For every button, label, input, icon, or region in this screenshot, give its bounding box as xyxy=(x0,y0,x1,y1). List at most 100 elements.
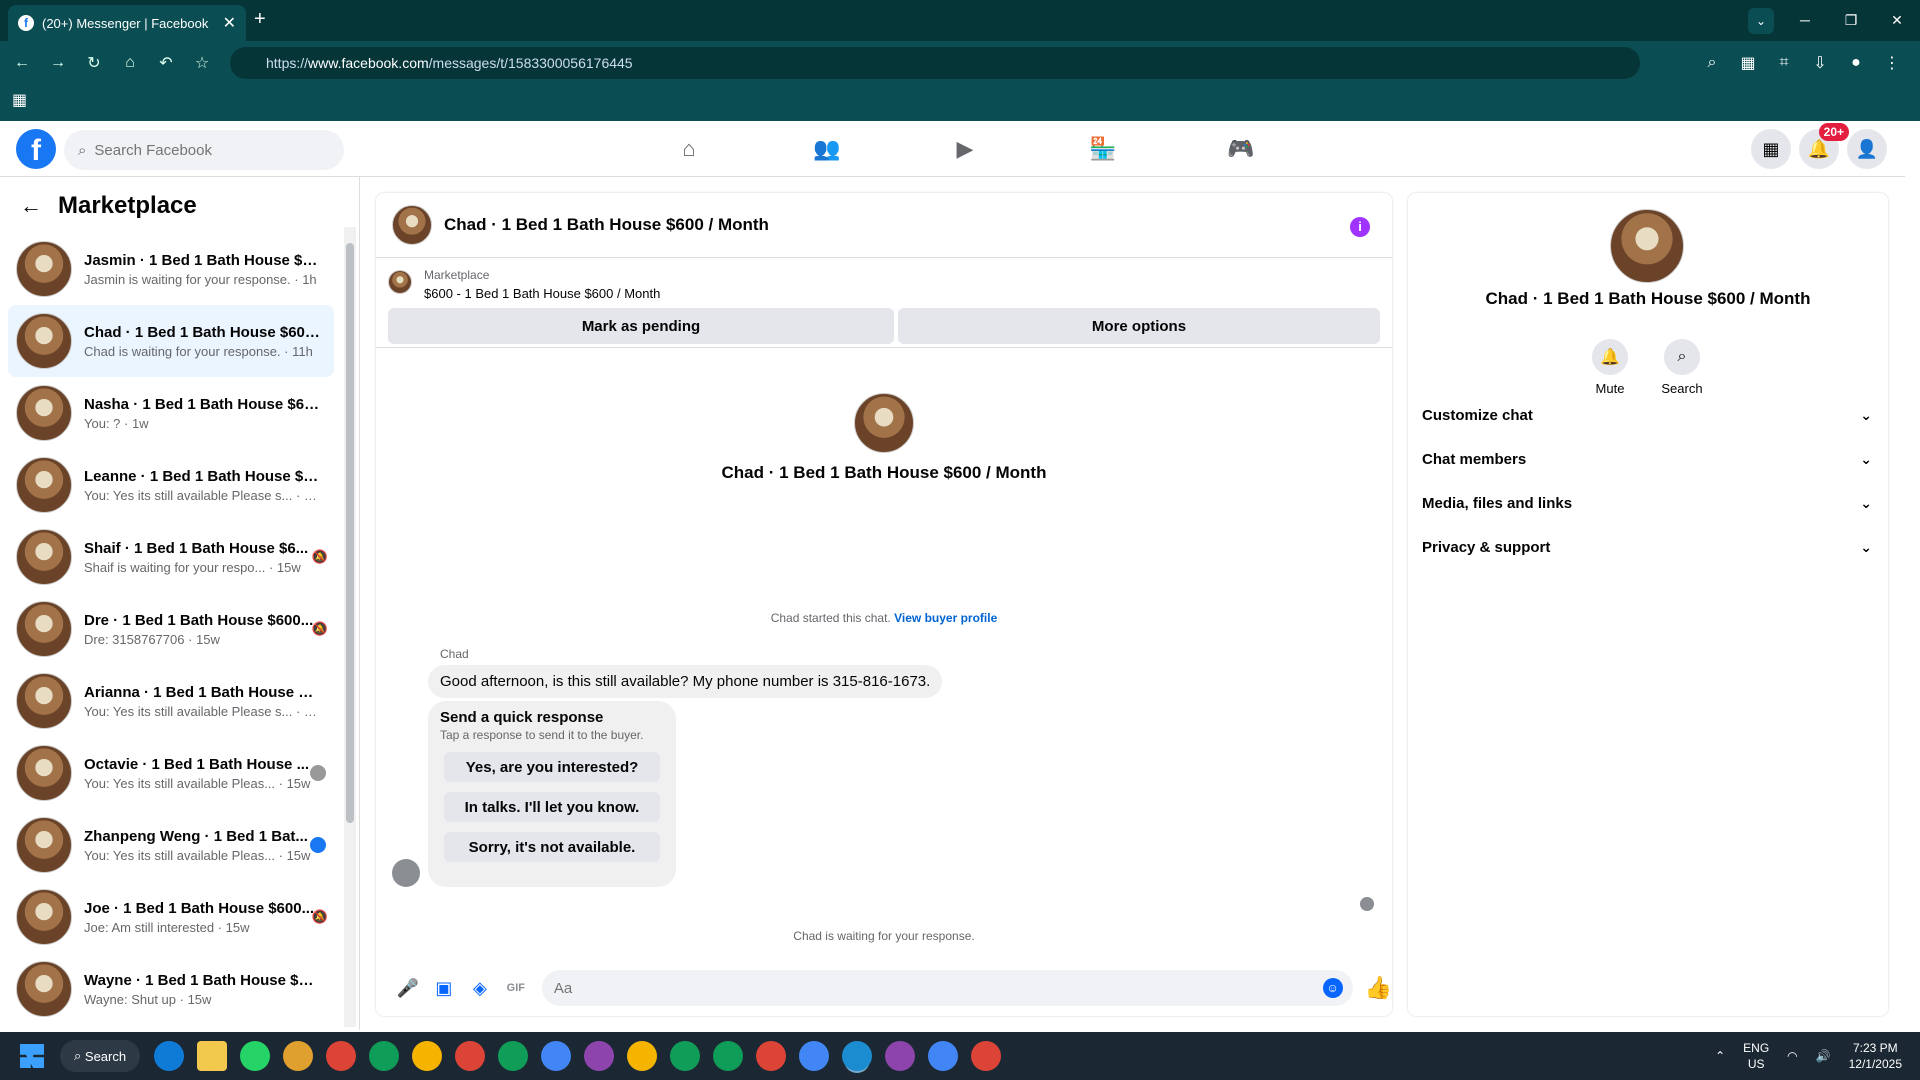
chrome-icon[interactable] xyxy=(584,1041,614,1071)
volume-icon[interactable]: 🔊 xyxy=(1816,1049,1831,1063)
friends-nav-icon[interactable]: 👥 xyxy=(758,121,896,177)
crop-icon[interactable]: ⌗ xyxy=(1766,54,1802,72)
microphone-icon[interactable]: 🎤 xyxy=(390,978,426,999)
customize-chat-section[interactable]: Customize chat ⌄ xyxy=(1422,393,1872,437)
whatsapp-icon[interactable] xyxy=(240,1041,270,1071)
language-indicator[interactable]: ENG US xyxy=(1743,1040,1769,1072)
emoji-icon[interactable]: ☺ xyxy=(1322,978,1343,998)
back-icon[interactable]: ← xyxy=(4,54,40,72)
notifications-bell-icon[interactable]: 🔔 20+ xyxy=(1799,123,1849,169)
info-icon[interactable]: i xyxy=(1350,217,1370,237)
clock[interactable]: 7:23 PM 12/1/2025 xyxy=(1849,1040,1902,1072)
address-bar[interactable]: https://www.facebook.com/messages/t/1583… xyxy=(230,47,1640,79)
search-conversation-button[interactable]: ⌕ Search xyxy=(1652,339,1712,396)
chrome-active-icon[interactable] xyxy=(842,1041,872,1071)
quick-reply-interested-button[interactable]: Yes, are you interested? xyxy=(444,752,660,782)
chrome-icon[interactable] xyxy=(713,1041,743,1071)
forward-icon[interactable]: → xyxy=(40,54,76,72)
reload-icon[interactable]: ↻ xyxy=(76,53,112,73)
chat-title[interactable]: Chad · 1 Bed 1 Bath House $600 / Month xyxy=(444,215,769,235)
zoom-icon[interactable]: ⌕ xyxy=(1694,54,1730,72)
close-tab-icon[interactable]: ✕ xyxy=(223,13,236,33)
account-avatar[interactable]: 👤 xyxy=(1847,129,1887,169)
conversation-item[interactable]: Wayne · 1 Bed 1 Bath House $60... Wayne: … xyxy=(8,953,334,1025)
sender-avatar[interactable] xyxy=(392,859,420,887)
conversation-item[interactable]: Jasmin · 1 Bed 1 Bath House $60... Jasmin… xyxy=(8,233,334,305)
minimize-icon[interactable]: ─ xyxy=(1782,12,1828,28)
conversation-item[interactable]: Leanne · 1 Bed 1 Bath House $60... You: Y… xyxy=(8,449,334,521)
search-box[interactable]: ⌕ xyxy=(64,130,344,170)
page-scrollbar[interactable] xyxy=(1905,121,1920,1030)
windows-start-icon[interactable] xyxy=(20,1044,44,1068)
photo-icon[interactable]: ▣ xyxy=(426,978,462,999)
chevron-up-icon[interactable]: ⌃ xyxy=(1715,1049,1725,1063)
wifi-icon[interactable]: ◠ xyxy=(1787,1049,1797,1063)
sticker-icon[interactable]: ◈ xyxy=(462,978,498,999)
conversation-item[interactable]: Nasha · 1 Bed 1 Bath House $60... You: ? … xyxy=(8,377,334,449)
quick-reply-not-available-button[interactable]: Sorry, it's not available. xyxy=(444,832,660,862)
message-input-box[interactable]: ☺ xyxy=(541,970,1353,1006)
tab-search-icon[interactable]: ⌄ xyxy=(1748,8,1774,34)
menu-kebab-icon[interactable]: ⋮ xyxy=(1874,53,1910,73)
chrome-icon[interactable] xyxy=(541,1041,571,1071)
privacy-support-section[interactable]: Privacy & support ⌄ xyxy=(1422,525,1872,569)
scrollbar-thumb[interactable] xyxy=(346,243,354,823)
chrome-icon[interactable] xyxy=(455,1041,485,1071)
gaming-nav-icon[interactable]: 🎮 xyxy=(1172,121,1310,177)
taskbar-search[interactable]: ⌕ Search xyxy=(60,1040,140,1072)
mark-pending-button[interactable]: Mark as pending xyxy=(388,308,894,344)
edge-icon[interactable] xyxy=(154,1041,184,1071)
conversation-item[interactable]: Octavie · 1 Bed 1 Bath House ... You: Yes… xyxy=(8,737,334,809)
mute-button[interactable]: 🔔 Mute xyxy=(1580,339,1640,396)
home-icon[interactable]: ⌂ xyxy=(112,54,148,72)
gif-icon[interactable]: GIF xyxy=(498,982,534,994)
message-input[interactable] xyxy=(553,979,1254,997)
chrome-icon[interactable] xyxy=(326,1041,356,1071)
chrome-icon[interactable] xyxy=(627,1041,657,1071)
home-nav-icon[interactable]: ⌂ xyxy=(620,121,758,177)
conversation-item[interactable]: Shaif · 1 Bed 1 Bath House $6... Shaif is… xyxy=(8,521,334,593)
download-icon[interactable]: ⇩ xyxy=(1802,53,1838,73)
search-input[interactable] xyxy=(94,141,295,159)
view-buyer-profile-link[interactable]: View buyer profile xyxy=(894,611,997,625)
undo-icon[interactable]: ↶ xyxy=(148,53,184,73)
chat-avatar[interactable] xyxy=(392,205,432,245)
media-files-links-section[interactable]: Media, files and links ⌄ xyxy=(1422,481,1872,525)
chrome-icon[interactable] xyxy=(885,1041,915,1071)
video-nav-icon[interactable]: ▶ xyxy=(896,121,1034,177)
chrome-icon[interactable] xyxy=(412,1041,442,1071)
chrome-icon[interactable] xyxy=(756,1041,786,1071)
conversation-item[interactable]: Zhanpeng Weng · 1 Bed 1 Bat... You: Yes i… xyxy=(8,809,334,881)
back-arrow-icon[interactable]: ← xyxy=(20,193,42,219)
chrome-icon[interactable] xyxy=(369,1041,399,1071)
qr-icon[interactable]: ▦ xyxy=(1730,53,1766,73)
listing-price[interactable]: $600 - 1 Bed 1 Bath House $600 / Month xyxy=(424,286,660,301)
apps-grid-icon[interactable]: ▦ xyxy=(12,90,27,110)
chrome-icon[interactable] xyxy=(283,1041,313,1071)
file-explorer-icon[interactable] xyxy=(197,1041,227,1071)
chat-members-section[interactable]: Chat members ⌄ xyxy=(1422,437,1872,481)
chrome-icon[interactable] xyxy=(928,1041,958,1071)
conversation-item[interactable]: Joe · 1 Bed 1 Bath House $600... Joe: Am … xyxy=(8,881,334,953)
sidebar-scrollbar[interactable] xyxy=(344,227,356,1027)
bookmark-star-icon[interactable]: ☆ xyxy=(184,53,220,73)
chrome-icon[interactable] xyxy=(498,1041,528,1071)
profile-icon[interactable]: ● xyxy=(1838,54,1874,72)
close-window-icon[interactable]: ✕ xyxy=(1874,12,1920,29)
chrome-icon[interactable] xyxy=(799,1041,829,1071)
thumbs-up-icon[interactable]: 👍 xyxy=(1365,975,1392,1001)
chrome-icon[interactable] xyxy=(971,1041,1001,1071)
tab-messenger[interactable]: f (20+) Messenger | Facebook ✕ xyxy=(8,5,246,41)
new-tab-icon[interactable]: + xyxy=(254,8,266,31)
restore-icon[interactable]: ❐ xyxy=(1828,12,1874,29)
more-options-button[interactable]: More options xyxy=(898,308,1380,344)
conversation-item[interactable]: Dre · 1 Bed 1 Bath House $600... Dre: 315… xyxy=(8,593,334,665)
conversation-item[interactable]: Arianna · 1 Bed 1 Bath House $6... You: Y… xyxy=(8,665,334,737)
quick-reply-in-talks-button[interactable]: In talks. I'll let you know. xyxy=(444,792,660,822)
conversation-item[interactable]: Chad · 1 Bed 1 Bath House $600 ... Chad i… xyxy=(8,305,334,377)
marketplace-nav-icon[interactable]: 🏪 xyxy=(1034,121,1172,177)
menu-grid-icon[interactable]: ▦ xyxy=(1751,129,1791,169)
facebook-logo-icon[interactable]: f xyxy=(16,129,56,169)
listing-thumbnail[interactable] xyxy=(388,270,412,294)
chrome-icon[interactable] xyxy=(670,1041,700,1071)
